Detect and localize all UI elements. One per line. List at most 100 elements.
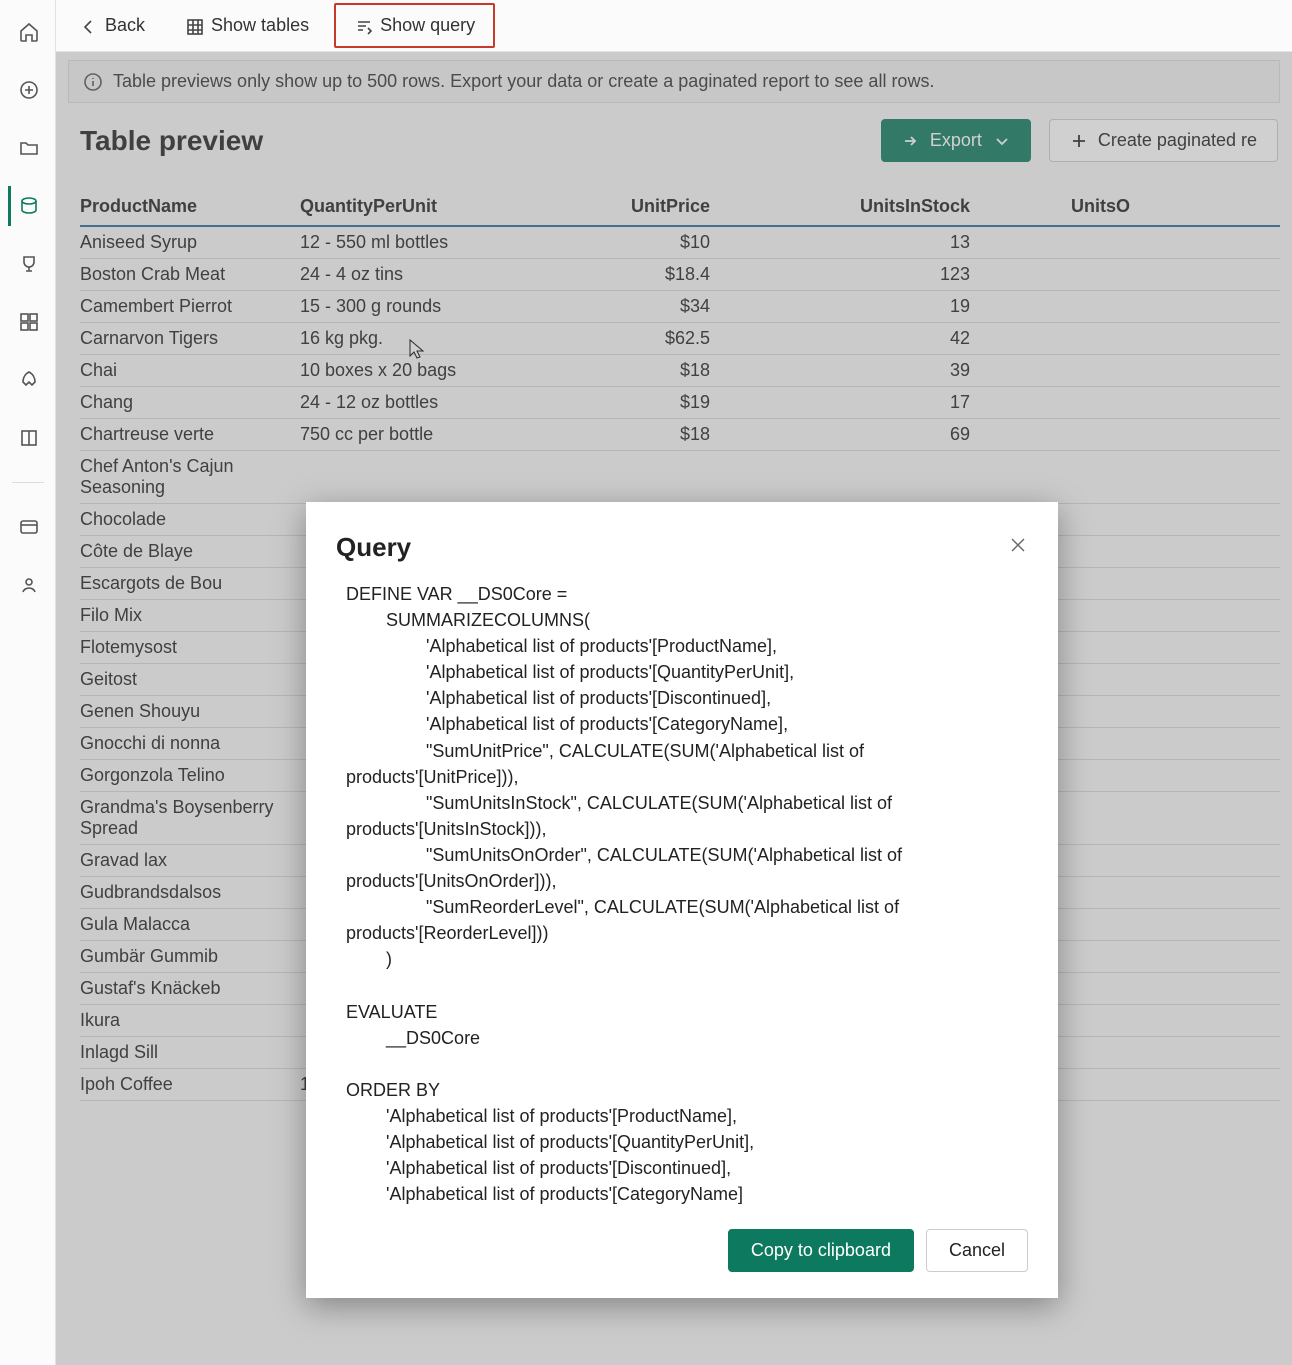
nav-workspaces[interactable] — [8, 507, 48, 547]
table-row[interactable]: Aniseed Syrup12 - 550 ml bottles$1013 — [80, 227, 1280, 259]
cell-name: Gudbrandsdalsos — [80, 882, 300, 903]
cell-name: Gnocchi di nonna — [80, 733, 300, 754]
database-icon — [18, 195, 40, 217]
cell-name: Grandma's Boysenberry Spread — [80, 797, 300, 839]
show-tables-button[interactable]: Show tables — [170, 8, 324, 43]
cell-stock: 42 — [720, 328, 980, 349]
col-productname[interactable]: ProductName — [80, 196, 300, 217]
toolbar: Back Show tables Show query — [56, 0, 1292, 52]
table-row[interactable]: Boston Crab Meat24 - 4 oz tins$18.4123 — [80, 259, 1280, 291]
create-paginated-report-button[interactable]: Create paginated re — [1049, 119, 1278, 162]
col-unitsonorder[interactable]: UnitsO — [980, 196, 1140, 217]
cell-name: Escargots de Bou — [80, 573, 300, 594]
cell-name: Gumbär Gummib — [80, 946, 300, 967]
cell-name: Gustaf's Knäckeb — [80, 978, 300, 999]
back-button[interactable]: Back — [64, 8, 160, 43]
rocket-icon — [18, 369, 40, 391]
cell-name: Ikura — [80, 1010, 300, 1031]
cell-price: $18.4 — [520, 264, 720, 285]
cell-name: Geitost — [80, 669, 300, 690]
export-icon — [902, 132, 920, 150]
query-modal: Query DEFINE VAR __DS0Core = SUMMARIZECO… — [306, 502, 1058, 1298]
col-quantityperunit[interactable]: QuantityPerUnit — [300, 196, 520, 217]
workspaces-icon — [18, 516, 40, 538]
table-row[interactable]: Camembert Pierrot15 - 300 g rounds$3419 — [80, 291, 1280, 323]
copy-to-clipboard-button[interactable]: Copy to clipboard — [728, 1229, 914, 1272]
cell-price: $19 — [520, 392, 720, 413]
back-label: Back — [105, 15, 145, 36]
query-icon — [354, 17, 372, 35]
table-row[interactable]: Chai10 boxes x 20 bags$1839 — [80, 355, 1280, 387]
cancel-button[interactable]: Cancel — [926, 1229, 1028, 1272]
cell-order — [980, 232, 1140, 253]
cell-qty: 24 - 4 oz tins — [300, 264, 520, 285]
main-area: Back Show tables Show query Table previe… — [56, 0, 1292, 1365]
table-row[interactable]: Chartreuse verte750 cc per bottle$1869 — [80, 419, 1280, 451]
create-report-label: Create paginated re — [1098, 130, 1257, 151]
info-banner: Table previews only show up to 500 rows.… — [68, 60, 1280, 103]
copy-label: Copy to clipboard — [751, 1240, 891, 1261]
nav-create[interactable] — [8, 70, 48, 110]
banner-text: Table previews only show up to 500 rows.… — [113, 71, 934, 92]
chevron-left-icon — [79, 17, 97, 35]
cell-qty: 10 boxes x 20 bags — [300, 360, 520, 381]
nav-deployment[interactable] — [8, 360, 48, 400]
nav-divider — [12, 482, 44, 483]
nav-apps[interactable] — [8, 302, 48, 342]
chevron-down-icon — [992, 132, 1010, 150]
show-query-button[interactable]: Show query — [334, 3, 495, 48]
book-icon — [18, 427, 40, 449]
col-unitprice[interactable]: UnitPrice — [520, 196, 720, 217]
cell-stock: 13 — [720, 232, 980, 253]
table-row[interactable]: Chang24 - 12 oz bottles$1917 — [80, 387, 1280, 419]
cell-qty: 750 cc per bottle — [300, 424, 520, 445]
cell-order — [980, 424, 1140, 445]
trophy-icon — [18, 253, 40, 275]
nav-metrics[interactable] — [8, 244, 48, 284]
nav-data-hub[interactable] — [8, 186, 48, 226]
plus-icon — [1070, 132, 1088, 150]
left-nav-rail — [0, 0, 56, 1365]
nav-browse[interactable] — [8, 128, 48, 168]
cell-name: Carnarvon Tigers — [80, 328, 300, 349]
cell-name: Ipoh Coffee — [80, 1074, 300, 1095]
apps-icon — [18, 311, 40, 333]
modal-title: Query — [336, 532, 411, 563]
cell-price: $10 — [520, 232, 720, 253]
cell-name: Chocolade — [80, 509, 300, 530]
cell-name: Inlagd Sill — [80, 1042, 300, 1063]
person-icon — [18, 574, 40, 596]
query-text[interactable]: DEFINE VAR __DS0Core = SUMMARIZECOLUMNS(… — [336, 581, 1028, 1207]
cell-name: Genen Shouyu — [80, 701, 300, 722]
cancel-label: Cancel — [949, 1240, 1005, 1261]
cell-order — [980, 456, 1140, 498]
cell-name: Chartreuse verte — [80, 424, 300, 445]
cell-price: $18 — [520, 360, 720, 381]
cell-name: Boston Crab Meat — [80, 264, 300, 285]
cell-price: $62.5 — [520, 328, 720, 349]
col-unitsinstock[interactable]: UnitsInStock — [720, 196, 980, 217]
cell-order — [980, 360, 1140, 381]
page-title: Table preview — [80, 125, 263, 157]
cell-stock: 19 — [720, 296, 980, 317]
cell-name: Aniseed Syrup — [80, 232, 300, 253]
show-tables-label: Show tables — [211, 15, 309, 36]
cell-qty: 12 - 550 ml bottles — [300, 232, 520, 253]
nav-learn[interactable] — [8, 418, 48, 458]
cell-stock — [720, 456, 980, 498]
nav-home[interactable] — [8, 12, 48, 52]
cell-qty: 24 - 12 oz bottles — [300, 392, 520, 413]
close-icon — [1008, 535, 1028, 555]
export-button[interactable]: Export — [881, 119, 1031, 162]
plus-circle-icon — [18, 79, 40, 101]
info-icon — [83, 72, 103, 92]
cell-name: Chai — [80, 360, 300, 381]
modal-close-button[interactable] — [1008, 535, 1028, 560]
table-row[interactable]: Chef Anton's Cajun Seasoning — [80, 451, 1280, 504]
cursor-icon — [408, 338, 426, 360]
cell-price: $34 — [520, 296, 720, 317]
nav-account[interactable] — [8, 565, 48, 605]
show-query-label: Show query — [380, 15, 475, 36]
cell-stock: 17 — [720, 392, 980, 413]
table-row[interactable]: Carnarvon Tigers16 kg pkg.$62.542 — [80, 323, 1280, 355]
